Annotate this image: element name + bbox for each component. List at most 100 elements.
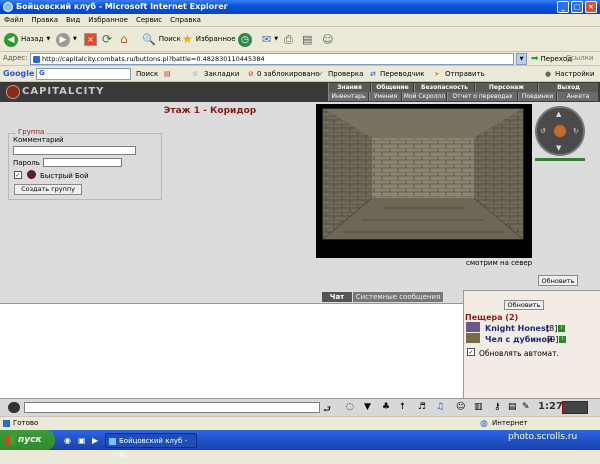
sound-icon[interactable]: ♬ bbox=[418, 402, 426, 412]
page-icon bbox=[33, 56, 40, 63]
edit-button[interactable]: ▤ bbox=[302, 30, 312, 49]
send-button[interactable]: Отправить bbox=[445, 68, 485, 80]
menu-help[interactable]: Справка bbox=[166, 14, 205, 27]
comment-input[interactable] bbox=[13, 146, 136, 155]
player-name-1[interactable]: Knight Honest bbox=[485, 324, 550, 333]
tab-system-messages[interactable]: Системные сообщения bbox=[353, 292, 443, 302]
google-search-button[interactable]: Поиск bbox=[136, 68, 158, 80]
menu-favorites[interactable]: Избранное bbox=[84, 14, 132, 27]
menu-edit[interactable]: Правка bbox=[27, 14, 62, 27]
edit-icon: ▤ bbox=[302, 33, 313, 46]
zone-text: Интернет bbox=[492, 419, 528, 427]
chat-mode-icon[interactable] bbox=[8, 402, 20, 413]
menu-view[interactable]: Вид bbox=[62, 14, 84, 27]
music-icon[interactable]: ♫ bbox=[436, 402, 444, 412]
compass-center-icon bbox=[554, 125, 566, 137]
go-arrow-icon: ➡ bbox=[531, 54, 539, 64]
nav-profile[interactable]: Анкета bbox=[557, 92, 598, 101]
comment-label: Комментарий bbox=[13, 136, 64, 144]
nav-skills[interactable]: Умения bbox=[369, 92, 401, 101]
google-options-icon[interactable]: ▤ bbox=[164, 68, 171, 80]
mail-button[interactable]: ✉ ▼ bbox=[262, 30, 278, 49]
watermark-text: photo.scrolls.ru bbox=[508, 432, 578, 442]
quicklaunch-desktop-icon[interactable]: ▣ bbox=[78, 436, 86, 445]
auto-refresh-checkbox[interactable]: ✓ bbox=[467, 348, 475, 356]
search-button[interactable]: 🔍 Поиск bbox=[142, 30, 181, 49]
settings-button[interactable]: Настройки bbox=[555, 68, 595, 80]
key-icon[interactable]: ⚷ bbox=[494, 402, 501, 412]
create-group-button[interactable]: Создать группу bbox=[14, 184, 82, 195]
quick-fight-label: Быстрый Бой bbox=[40, 172, 89, 180]
chat-input[interactable] bbox=[24, 402, 320, 413]
password-input[interactable] bbox=[43, 158, 122, 167]
maximize-button[interactable]: □ bbox=[571, 1, 583, 13]
back-button[interactable]: ◀ Назад ▼ bbox=[4, 30, 50, 49]
pin-icon[interactable]: ✎ bbox=[522, 402, 530, 412]
refresh-icon: ⟳ bbox=[102, 32, 113, 46]
translate-button[interactable]: Переводчик bbox=[380, 68, 424, 80]
menu-tools[interactable]: Сервис bbox=[132, 14, 166, 27]
messenger-button[interactable]: ☺ bbox=[322, 30, 333, 49]
refresh-button[interactable]: ⟳ bbox=[102, 30, 112, 49]
mail-icon: ✉ bbox=[262, 33, 272, 46]
home-button[interactable]: ⌂ bbox=[120, 30, 128, 49]
address-input[interactable]: http://capitalcity.combats.ru/buttons.pl… bbox=[30, 53, 514, 65]
minimize-button[interactable]: _ bbox=[557, 1, 569, 13]
nav-exit[interactable]: Выход bbox=[538, 83, 598, 92]
close-button[interactable]: × bbox=[585, 1, 597, 13]
quick-fight-checkbox[interactable]: ✓ bbox=[14, 171, 22, 179]
windows-logo-icon bbox=[5, 435, 15, 445]
taskbar-window-button[interactable]: Бойцовский клуб - M... bbox=[105, 433, 197, 460]
tab-chat[interactable]: Чат bbox=[322, 292, 352, 302]
clear-icon[interactable]: ◌ bbox=[346, 402, 354, 412]
arrow-up-icon[interactable]: ▲ bbox=[556, 110, 561, 118]
room-title: Этаж 1 - Коридор bbox=[163, 106, 257, 116]
fighter-icon[interactable]: ☨ bbox=[400, 402, 405, 412]
forward-button[interactable]: ▶ ▼ bbox=[56, 30, 77, 49]
quicklaunch-ie-icon[interactable]: ◉ bbox=[64, 436, 71, 445]
nav-fights[interactable]: Поединки bbox=[518, 92, 556, 101]
favorites-label: Избранное bbox=[195, 35, 236, 43]
chat-panel[interactable] bbox=[0, 303, 463, 398]
blocked-count[interactable]: 0 заблокировано bbox=[257, 68, 320, 80]
arrow-down-icon[interactable]: ▼ bbox=[556, 144, 561, 152]
smile-icon[interactable]: ☺ bbox=[456, 402, 465, 412]
address-dropdown-button[interactable]: ▼ bbox=[516, 53, 527, 65]
google-search-input[interactable]: G bbox=[36, 68, 131, 80]
links-label[interactable]: Ссылки bbox=[566, 54, 594, 62]
nav-knowledge[interactable]: Знания bbox=[328, 83, 370, 92]
player-info-icon-1[interactable]: i bbox=[558, 325, 565, 332]
print-button[interactable]: ⎙ bbox=[284, 30, 293, 49]
nav-security[interactable]: Безопасность bbox=[414, 83, 474, 92]
scroll-icon[interactable]: ▤ bbox=[508, 402, 517, 412]
dungeon-corridor-image bbox=[322, 108, 524, 240]
quicklaunch-media-icon[interactable]: ▶ bbox=[92, 436, 98, 445]
nav-character[interactable]: Персонаж bbox=[475, 83, 537, 92]
player-name-2[interactable]: Чел с дубиной bbox=[485, 335, 553, 344]
messenger-icon: ☺ bbox=[322, 33, 334, 46]
favorites-button[interactable]: ★ Избранное bbox=[182, 30, 236, 49]
move-timer-bar bbox=[535, 158, 585, 161]
filter-icon[interactable]: ▼ bbox=[364, 402, 371, 412]
menu-file[interactable]: Файл bbox=[0, 14, 27, 27]
navigation-compass[interactable]: ▲ ▼ ↺ ↻ bbox=[535, 106, 585, 156]
nav-communication[interactable]: Общение bbox=[371, 83, 413, 92]
spellcheck-button[interactable]: Проверка bbox=[328, 68, 363, 80]
turn-left-icon[interactable]: ↺ bbox=[540, 127, 546, 135]
nav-my-scroll[interactable]: Мой Скроллл bbox=[402, 92, 446, 101]
smiles-icon[interactable]: ♣ bbox=[382, 402, 390, 412]
back-label: Назад bbox=[21, 35, 44, 43]
refresh-view-button[interactable]: Обновить bbox=[538, 275, 578, 286]
bag-icon[interactable]: ▥ bbox=[474, 402, 483, 412]
auto-refresh-label: Обновлять автомат. bbox=[479, 349, 559, 358]
turn-right-icon[interactable]: ↻ bbox=[573, 127, 579, 135]
nav-transfers[interactable]: Отчет о переводах bbox=[447, 92, 517, 101]
history-icon: ◷ bbox=[238, 32, 252, 47]
refresh-players-button[interactable]: Обновить bbox=[504, 300, 544, 310]
player-info-icon-2[interactable]: i bbox=[559, 336, 566, 343]
start-button[interactable]: пуск bbox=[0, 430, 55, 450]
history-button[interactable]: ◷ bbox=[238, 30, 252, 49]
nav-inventory[interactable]: Инвентарь bbox=[328, 92, 368, 101]
stop-button[interactable]: × bbox=[84, 30, 97, 49]
bookmarks-button[interactable]: Закладки bbox=[204, 68, 239, 80]
